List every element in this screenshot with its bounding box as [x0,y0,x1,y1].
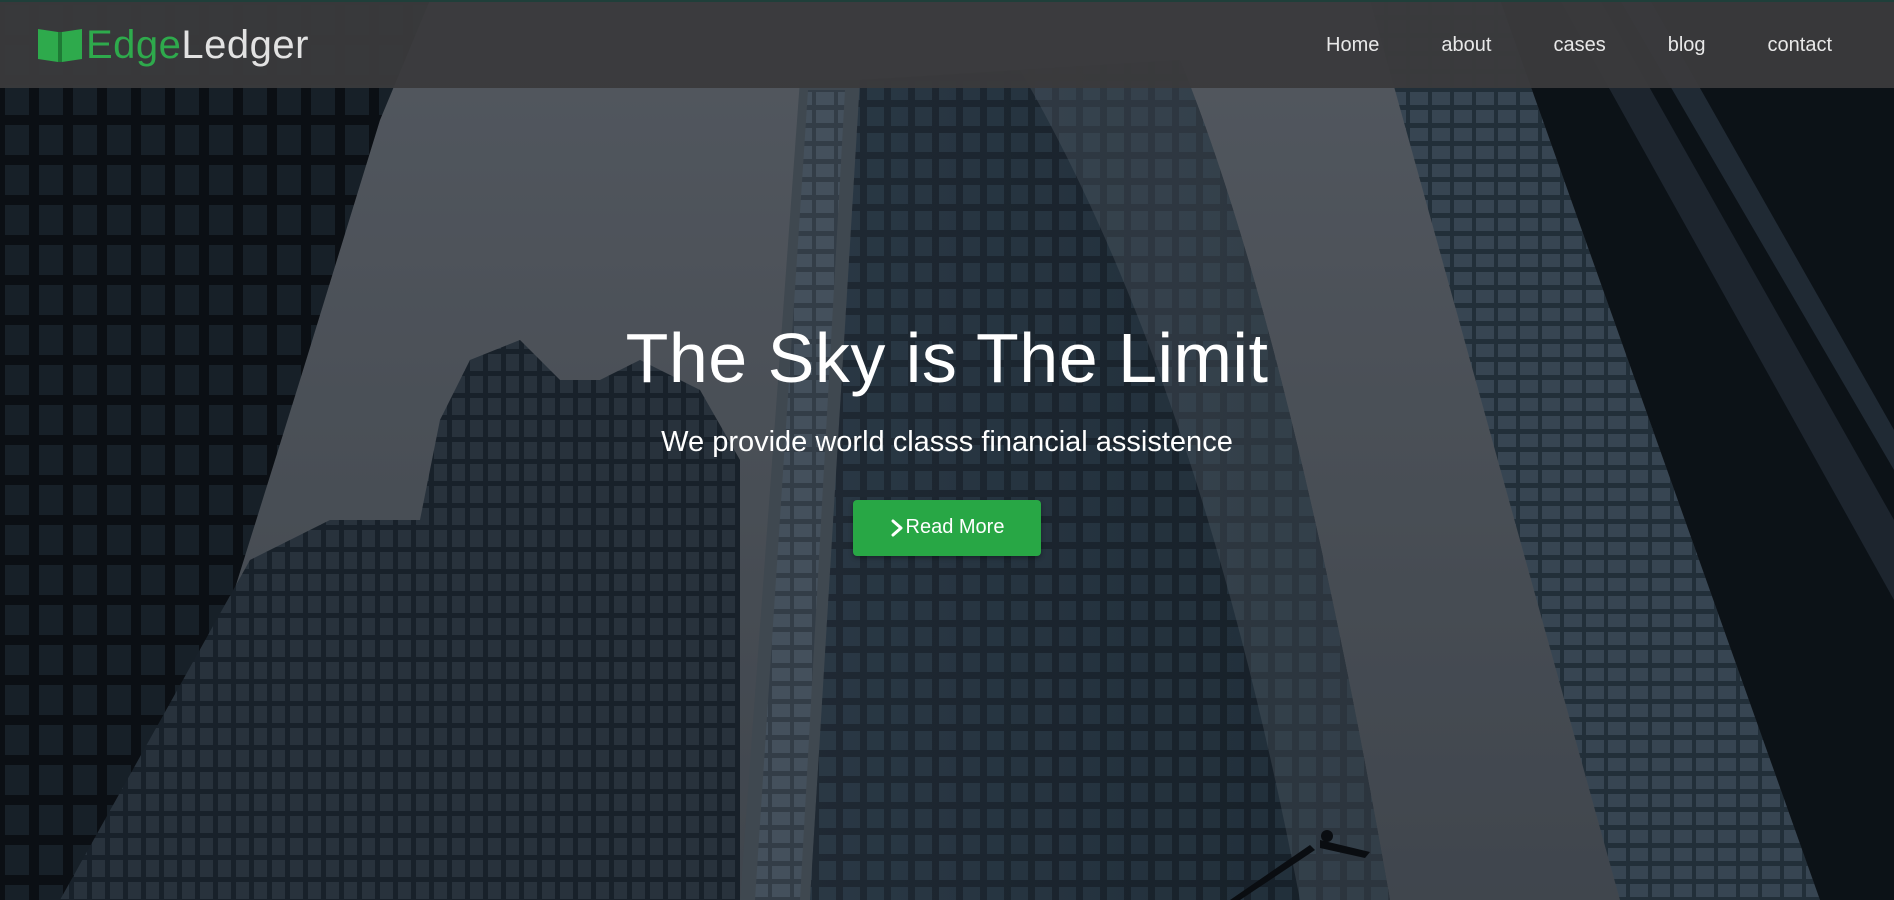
hero-title: The Sky is The Limit [625,319,1269,397]
hero-section: The Sky is The Limit We provide world cl… [0,320,1894,556]
brand-name-ledger: Ledger [181,23,309,67]
nav-link-about[interactable]: about [1441,34,1491,57]
nav-link-cases[interactable]: cases [1553,34,1605,57]
brand-name-edge: Edge [86,23,182,67]
hero-subtitle: We provide world classs financial assist… [661,426,1233,458]
open-book-icon [38,29,82,62]
chevron-right-icon [891,519,903,537]
brand-logo-link[interactable]: Edge Ledger [36,25,309,65]
nav-link-contact[interactable]: contact [1768,34,1832,57]
read-more-button[interactable]: Read More [853,499,1041,556]
nav-link-blog[interactable]: blog [1668,34,1706,57]
read-more-label: Read More [905,516,1005,539]
main-nav: Home about cases blog contact [1326,34,1832,57]
top-navbar: Edge Ledger Home about cases blog contact [0,0,1894,88]
page: Edge Ledger Home about cases blog contact… [0,0,1894,900]
nav-link-home[interactable]: Home [1326,34,1379,57]
